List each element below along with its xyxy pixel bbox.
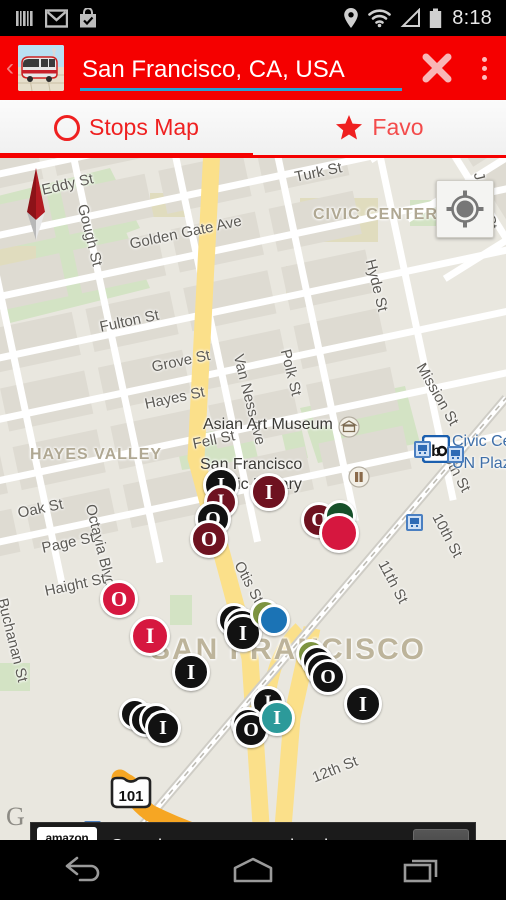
overflow-dot xyxy=(481,65,487,71)
tram-app-icon-art xyxy=(18,45,64,91)
transit-station-icon[interactable] xyxy=(447,446,464,463)
tab-bar: Stops Map Favo xyxy=(0,100,506,158)
svg-text:b: b xyxy=(431,443,441,460)
status-bar: 8:18 xyxy=(0,0,506,36)
transit-station-icon[interactable] xyxy=(406,514,423,531)
search-field-wrapper xyxy=(80,56,402,100)
gmail-icon xyxy=(45,8,68,28)
cell-signal-icon xyxy=(400,8,421,27)
map-stop-marker[interactable]: I xyxy=(344,685,382,723)
search-field-underline xyxy=(80,88,402,91)
overflow-dot xyxy=(481,56,487,62)
action-bar: ‹ xyxy=(0,36,506,100)
close-icon xyxy=(422,53,452,83)
overflow-dot xyxy=(481,74,487,80)
map-stop-marker[interactable]: I xyxy=(250,473,288,511)
map-stop-marker[interactable] xyxy=(258,604,290,636)
highway-shield-101-label: 101 xyxy=(118,788,143,805)
back-arrow-icon xyxy=(66,856,100,882)
search-input[interactable] xyxy=(80,56,402,88)
my-location-icon xyxy=(446,190,484,228)
recents-icon xyxy=(403,859,437,883)
circle-icon xyxy=(54,114,81,141)
tab-favorites-label: Favo xyxy=(372,114,424,140)
highway-shield-101: 101 xyxy=(108,776,154,815)
map-stop-marker[interactable]: I xyxy=(145,710,181,746)
tab-favorites[interactable]: Favo xyxy=(253,100,506,155)
map-stop-marker[interactable] xyxy=(319,513,359,553)
home-icon xyxy=(233,857,273,883)
map-stop-marker[interactable]: O xyxy=(310,659,346,695)
up-navigation-button[interactable]: ‹ xyxy=(0,56,16,80)
my-location-button[interactable] xyxy=(436,180,494,238)
location-pin-icon xyxy=(344,8,359,28)
status-bar-notifications xyxy=(8,7,98,29)
tab-stops-map-label: Stops Map xyxy=(89,114,199,140)
overflow-menu-button[interactable] xyxy=(462,36,506,100)
shopping-bag-check-icon xyxy=(80,7,96,27)
wifi-icon xyxy=(368,9,392,28)
library-icon xyxy=(348,466,370,488)
map-stop-marker[interactable]: I xyxy=(130,616,170,656)
battery-icon xyxy=(430,8,442,28)
clear-search-button[interactable] xyxy=(412,36,462,100)
google-attribution: G xyxy=(6,802,25,831)
star-icon xyxy=(336,115,363,140)
map-stop-marker[interactable]: O xyxy=(190,520,228,558)
back-button[interactable] xyxy=(39,840,129,900)
barcode-icon xyxy=(16,10,33,26)
status-bar-clock: 8:18 xyxy=(452,6,492,29)
app-root: 8:18 ‹ San Francisco, CA, USA Stops Map … xyxy=(0,0,506,900)
status-bar-system-icons: 8:18 xyxy=(343,7,498,30)
home-button[interactable] xyxy=(208,840,298,900)
recents-button[interactable] xyxy=(377,840,467,900)
map-stop-marker[interactable]: I xyxy=(172,653,210,691)
tab-stops-map[interactable]: Stops Map xyxy=(0,100,253,158)
map-canvas[interactable]: Eddy StGough StTurk StJones StGolden Gat… xyxy=(0,158,506,840)
tram-app-icon[interactable] xyxy=(18,45,64,91)
museum-icon xyxy=(338,416,360,438)
map-stop-marker[interactable]: I xyxy=(259,700,295,736)
map-stop-marker[interactable]: O xyxy=(100,580,138,618)
system-navigation-bar xyxy=(0,840,506,900)
transit-station-icon[interactable] xyxy=(414,441,431,458)
